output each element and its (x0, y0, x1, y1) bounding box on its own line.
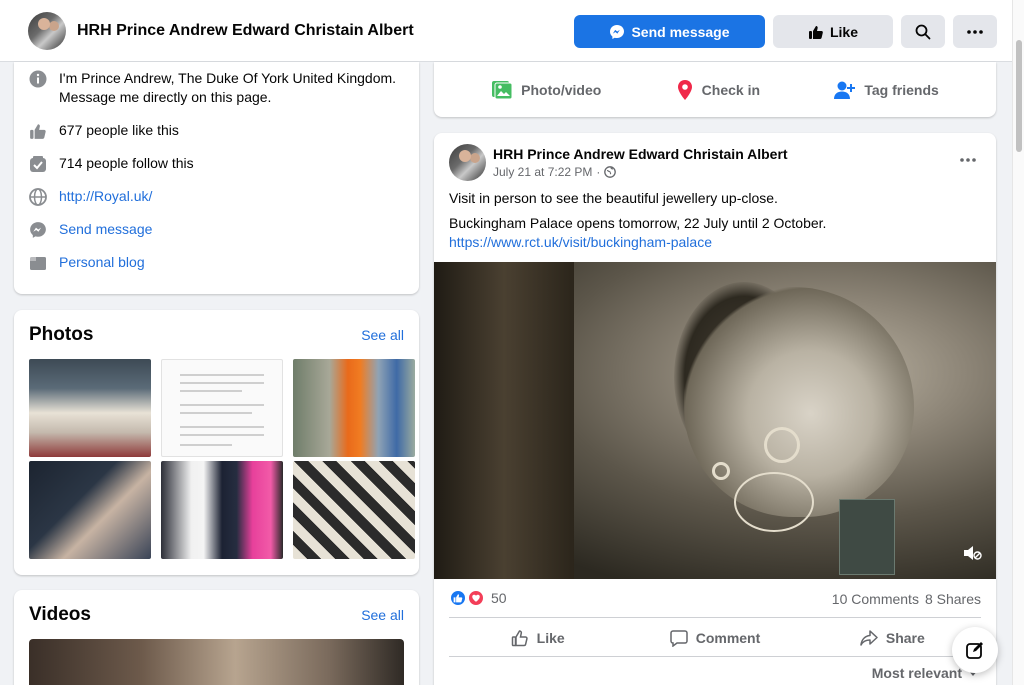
intro-website-row: http://Royal.uk/ (28, 187, 408, 207)
post-card: HRH Prince Andrew Edward Christain Alber… (434, 133, 996, 685)
videos-title: Videos (29, 604, 91, 625)
follow-check-icon (28, 154, 48, 174)
new-message-button[interactable] (952, 627, 998, 673)
post-timestamp[interactable]: July 21 at 7:22 PM (493, 165, 592, 179)
comment-icon (669, 630, 688, 647)
shares-count-link[interactable]: 8 Shares (925, 591, 981, 607)
post-like-label: Like (536, 630, 565, 646)
public-globe-icon (604, 166, 617, 178)
comments-count-link[interactable]: 10 Comments (832, 591, 919, 607)
photo-video-button[interactable]: Photo/video (491, 79, 601, 101)
check-in-button[interactable]: Check in (676, 79, 760, 101)
tag-friends-icon (834, 81, 856, 99)
post-author-name[interactable]: HRH Prince Andrew Edward Christain Alber… (493, 146, 788, 162)
website-link[interactable]: http://Royal.uk/ (59, 187, 152, 206)
intro-follows: 714 people follow this (59, 155, 194, 171)
intro-likes: 677 people like this (59, 122, 179, 138)
photos-title: Photos (29, 324, 94, 345)
globe-icon (28, 187, 48, 207)
photos-see-all-link[interactable]: See all (361, 327, 404, 343)
post-actions: Like Comment Share (449, 620, 981, 656)
videos-card: Videos See all (14, 590, 419, 685)
meta-separator: · (596, 165, 601, 179)
mute-button[interactable] (962, 544, 982, 567)
send-message-label: Send message (631, 23, 730, 40)
photo-grid (29, 359, 415, 559)
thumbs-up-outline-icon (511, 630, 528, 647)
intro-bio-row: I'm Prince Andrew, The Duke Of York Unit… (28, 69, 408, 107)
page-title[interactable]: HRH Prince Andrew Edward Christain Alber… (77, 22, 414, 40)
like-label: Like (829, 23, 858, 40)
info-icon (28, 69, 48, 89)
comment-button[interactable]: Comment (627, 629, 803, 647)
photos-card: Photos See all (14, 310, 419, 575)
display-plaque (839, 499, 895, 575)
photo-thumbnail[interactable] (161, 461, 283, 559)
send-message-link[interactable]: Send message (59, 220, 152, 239)
post-text-line: Visit in person to see the beautiful jew… (449, 190, 778, 206)
intro-likes-row: 677 people like this (28, 121, 408, 141)
more-icon (960, 158, 976, 162)
post-author-avatar[interactable] (449, 144, 486, 181)
earring-shape (764, 427, 800, 463)
intro-message-row: Send message (28, 220, 408, 240)
like-page-button[interactable]: Like (773, 15, 893, 48)
reaction-count: 50 (491, 590, 507, 606)
engagement-counts: 10 Comments 8 Shares (832, 591, 981, 607)
intro-bio: I'm Prince Andrew, The Duke Of York Unit… (59, 70, 397, 105)
photo-icon (492, 80, 513, 99)
more-icon (967, 29, 983, 34)
post-composer: Photo/video Check in Tag friends (434, 62, 996, 117)
post-options-button[interactable] (960, 149, 976, 167)
intro-blog-row: Personal blog (28, 253, 408, 273)
love-reaction-icon (467, 589, 485, 607)
post-video[interactable] (434, 262, 996, 579)
sort-label: Most relevant (871, 665, 962, 681)
post-meta: July 21 at 7:22 PM · (493, 165, 617, 179)
search-icon (915, 24, 931, 39)
photo-thumbnail[interactable] (29, 461, 151, 559)
blog-icon (28, 253, 48, 273)
post-like-button[interactable]: Like (450, 629, 626, 647)
messenger-icon (28, 220, 48, 240)
photo-thumbnail[interactable] (161, 359, 283, 457)
tag-friends-label: Tag friends (864, 81, 939, 98)
intro-card: I'm Prince Andrew, The Duke Of York Unit… (14, 62, 419, 294)
header-actions: Send message Like (574, 15, 997, 48)
share-arrow-icon (860, 630, 878, 646)
compose-icon (966, 642, 983, 659)
photo-thumbnail[interactable] (293, 359, 415, 457)
tag-friends-button[interactable]: Tag friends (834, 80, 939, 100)
messenger-icon (610, 24, 625, 39)
post-url-link[interactable]: https://www.rct.uk/visit/buckingham-pala… (449, 233, 712, 252)
divider (449, 656, 981, 657)
personal-blog-link[interactable]: Personal blog (59, 253, 145, 272)
jewel-shape (712, 462, 730, 480)
more-options-button[interactable] (953, 15, 997, 48)
page-avatar[interactable] (28, 11, 66, 50)
video-thumbnail[interactable] (29, 639, 404, 685)
speaker-muted-icon (964, 546, 982, 560)
like-reaction-icon (449, 589, 467, 607)
videos-see-all-link[interactable]: See all (361, 607, 404, 623)
photo-thumbnail[interactable] (29, 359, 151, 457)
intro-follows-row: 714 people follow this (28, 154, 408, 174)
page-scrollbar[interactable] (1012, 0, 1024, 685)
check-in-label: Check in (701, 81, 761, 98)
search-button[interactable] (901, 15, 945, 48)
post-text-line: Buckingham Palace opens tomorrow, 22 Jul… (449, 215, 827, 231)
send-message-button[interactable]: Send message (574, 15, 765, 48)
scrollbar-thumb[interactable] (1016, 40, 1022, 152)
divider (449, 617, 981, 618)
share-label: Share (885, 630, 925, 646)
location-pin-icon (677, 79, 692, 100)
thumbs-up-icon (28, 121, 48, 141)
page-header: HRH Prince Andrew Edward Christain Alber… (0, 0, 1012, 62)
photo-video-label: Photo/video (521, 81, 602, 98)
thumbs-up-icon (808, 25, 823, 39)
necklace-shape (734, 472, 814, 532)
reactions-summary[interactable]: 50 (449, 589, 507, 607)
comment-label: Comment (695, 630, 761, 646)
photo-thumbnail[interactable] (293, 461, 415, 559)
